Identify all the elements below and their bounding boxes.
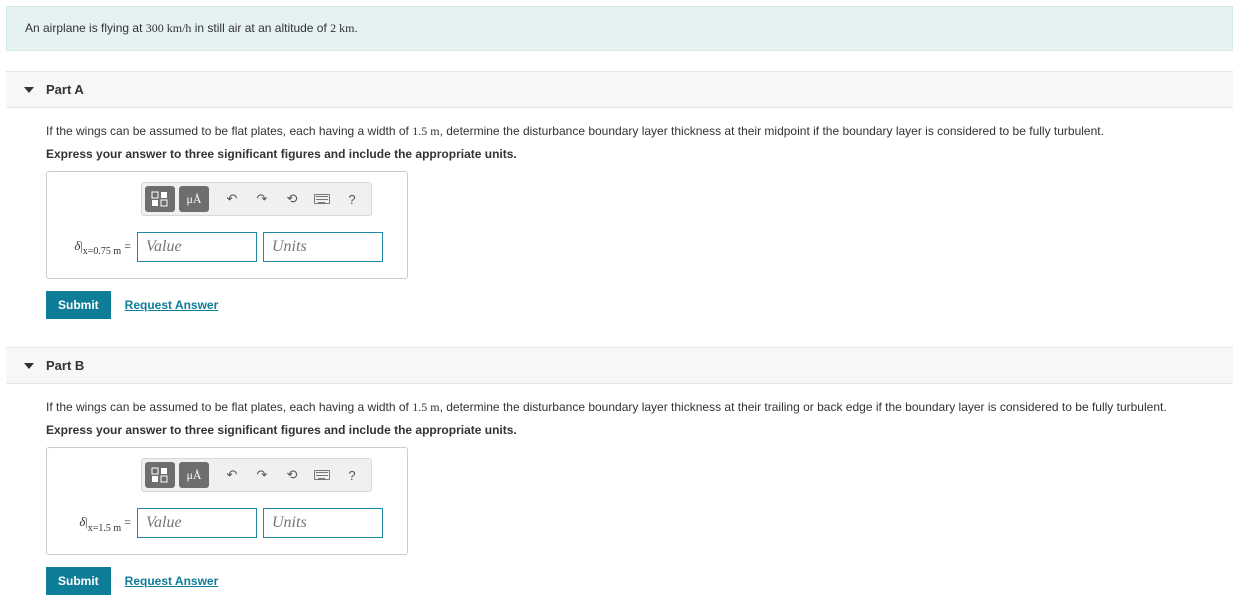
part-a-request-answer-link[interactable]: Request Answer [125, 298, 219, 312]
part-b-units-input[interactable] [263, 508, 383, 538]
templates-button[interactable] [145, 462, 175, 488]
part-a-actions: Submit Request Answer [46, 291, 1193, 319]
part-b-lhs: δ|x=1.5 m = [59, 514, 131, 532]
caret-down-icon [24, 363, 34, 369]
part-b-title: Part B [46, 358, 84, 373]
part-a-instruction: Express your answer to three significant… [46, 147, 1193, 161]
help-button[interactable]: ? [339, 186, 365, 212]
intro-speed: 300 km/h [146, 21, 192, 35]
part-b: Part B If the wings can be assumed to be… [6, 347, 1233, 603]
special-chars-button[interactable]: μÅ [179, 186, 209, 212]
problem-intro: An airplane is flying at 300 km/h in sti… [6, 6, 1233, 51]
part-b-submit-button[interactable]: Submit [46, 567, 111, 595]
keyboard-icon [314, 470, 330, 480]
special-chars-button[interactable]: μÅ [179, 462, 209, 488]
undo-button[interactable]: ↶ [219, 462, 245, 488]
reset-button[interactable]: ⟲ [279, 186, 305, 212]
part-a-value-input[interactable] [137, 232, 257, 262]
answer-toolbar: μÅ ↶ ↷ ⟲ ? [141, 458, 372, 492]
part-a-title: Part A [46, 82, 84, 97]
part-b-input-row: δ|x=1.5 m = [59, 508, 395, 538]
keyboard-icon [314, 194, 330, 204]
intro-text-pre: An airplane is flying at [25, 21, 146, 35]
intro-alt: 2 km [330, 21, 354, 35]
part-b-header[interactable]: Part B [6, 347, 1233, 384]
part-b-answer-box: μÅ ↶ ↷ ⟲ ? δ|x=1.5 m = [46, 447, 408, 555]
part-a-lhs: δ|x=0.75 m = [59, 238, 131, 256]
part-b-actions: Submit Request Answer [46, 567, 1193, 595]
part-a-answer-box: μÅ ↶ ↷ ⟲ ? δ|x=0.75 m = [46, 171, 408, 279]
part-a-body: If the wings can be assumed to be flat p… [6, 108, 1233, 327]
part-b-question: If the wings can be assumed to be flat p… [46, 398, 1193, 417]
part-a-question: If the wings can be assumed to be flat p… [46, 122, 1193, 141]
undo-button[interactable]: ↶ [219, 186, 245, 212]
intro-text-post: . [355, 21, 358, 35]
reset-button[interactable]: ⟲ [279, 462, 305, 488]
part-b-instruction: Express your answer to three significant… [46, 423, 1193, 437]
keyboard-button[interactable] [309, 462, 335, 488]
answer-toolbar: μÅ ↶ ↷ ⟲ ? [141, 182, 372, 216]
part-a-header[interactable]: Part A [6, 71, 1233, 108]
part-b-value-input[interactable] [137, 508, 257, 538]
part-b-request-answer-link[interactable]: Request Answer [125, 574, 219, 588]
help-button[interactable]: ? [339, 462, 365, 488]
redo-button[interactable]: ↷ [249, 462, 275, 488]
intro-text-mid: in still air at an altitude of [191, 21, 330, 35]
caret-down-icon [24, 87, 34, 93]
templates-button[interactable] [145, 186, 175, 212]
redo-button[interactable]: ↷ [249, 186, 275, 212]
part-a: Part A If the wings can be assumed to be… [6, 71, 1233, 327]
part-a-submit-button[interactable]: Submit [46, 291, 111, 319]
part-a-units-input[interactable] [263, 232, 383, 262]
keyboard-button[interactable] [309, 186, 335, 212]
part-a-input-row: δ|x=0.75 m = [59, 232, 395, 262]
part-b-body: If the wings can be assumed to be flat p… [6, 384, 1233, 603]
